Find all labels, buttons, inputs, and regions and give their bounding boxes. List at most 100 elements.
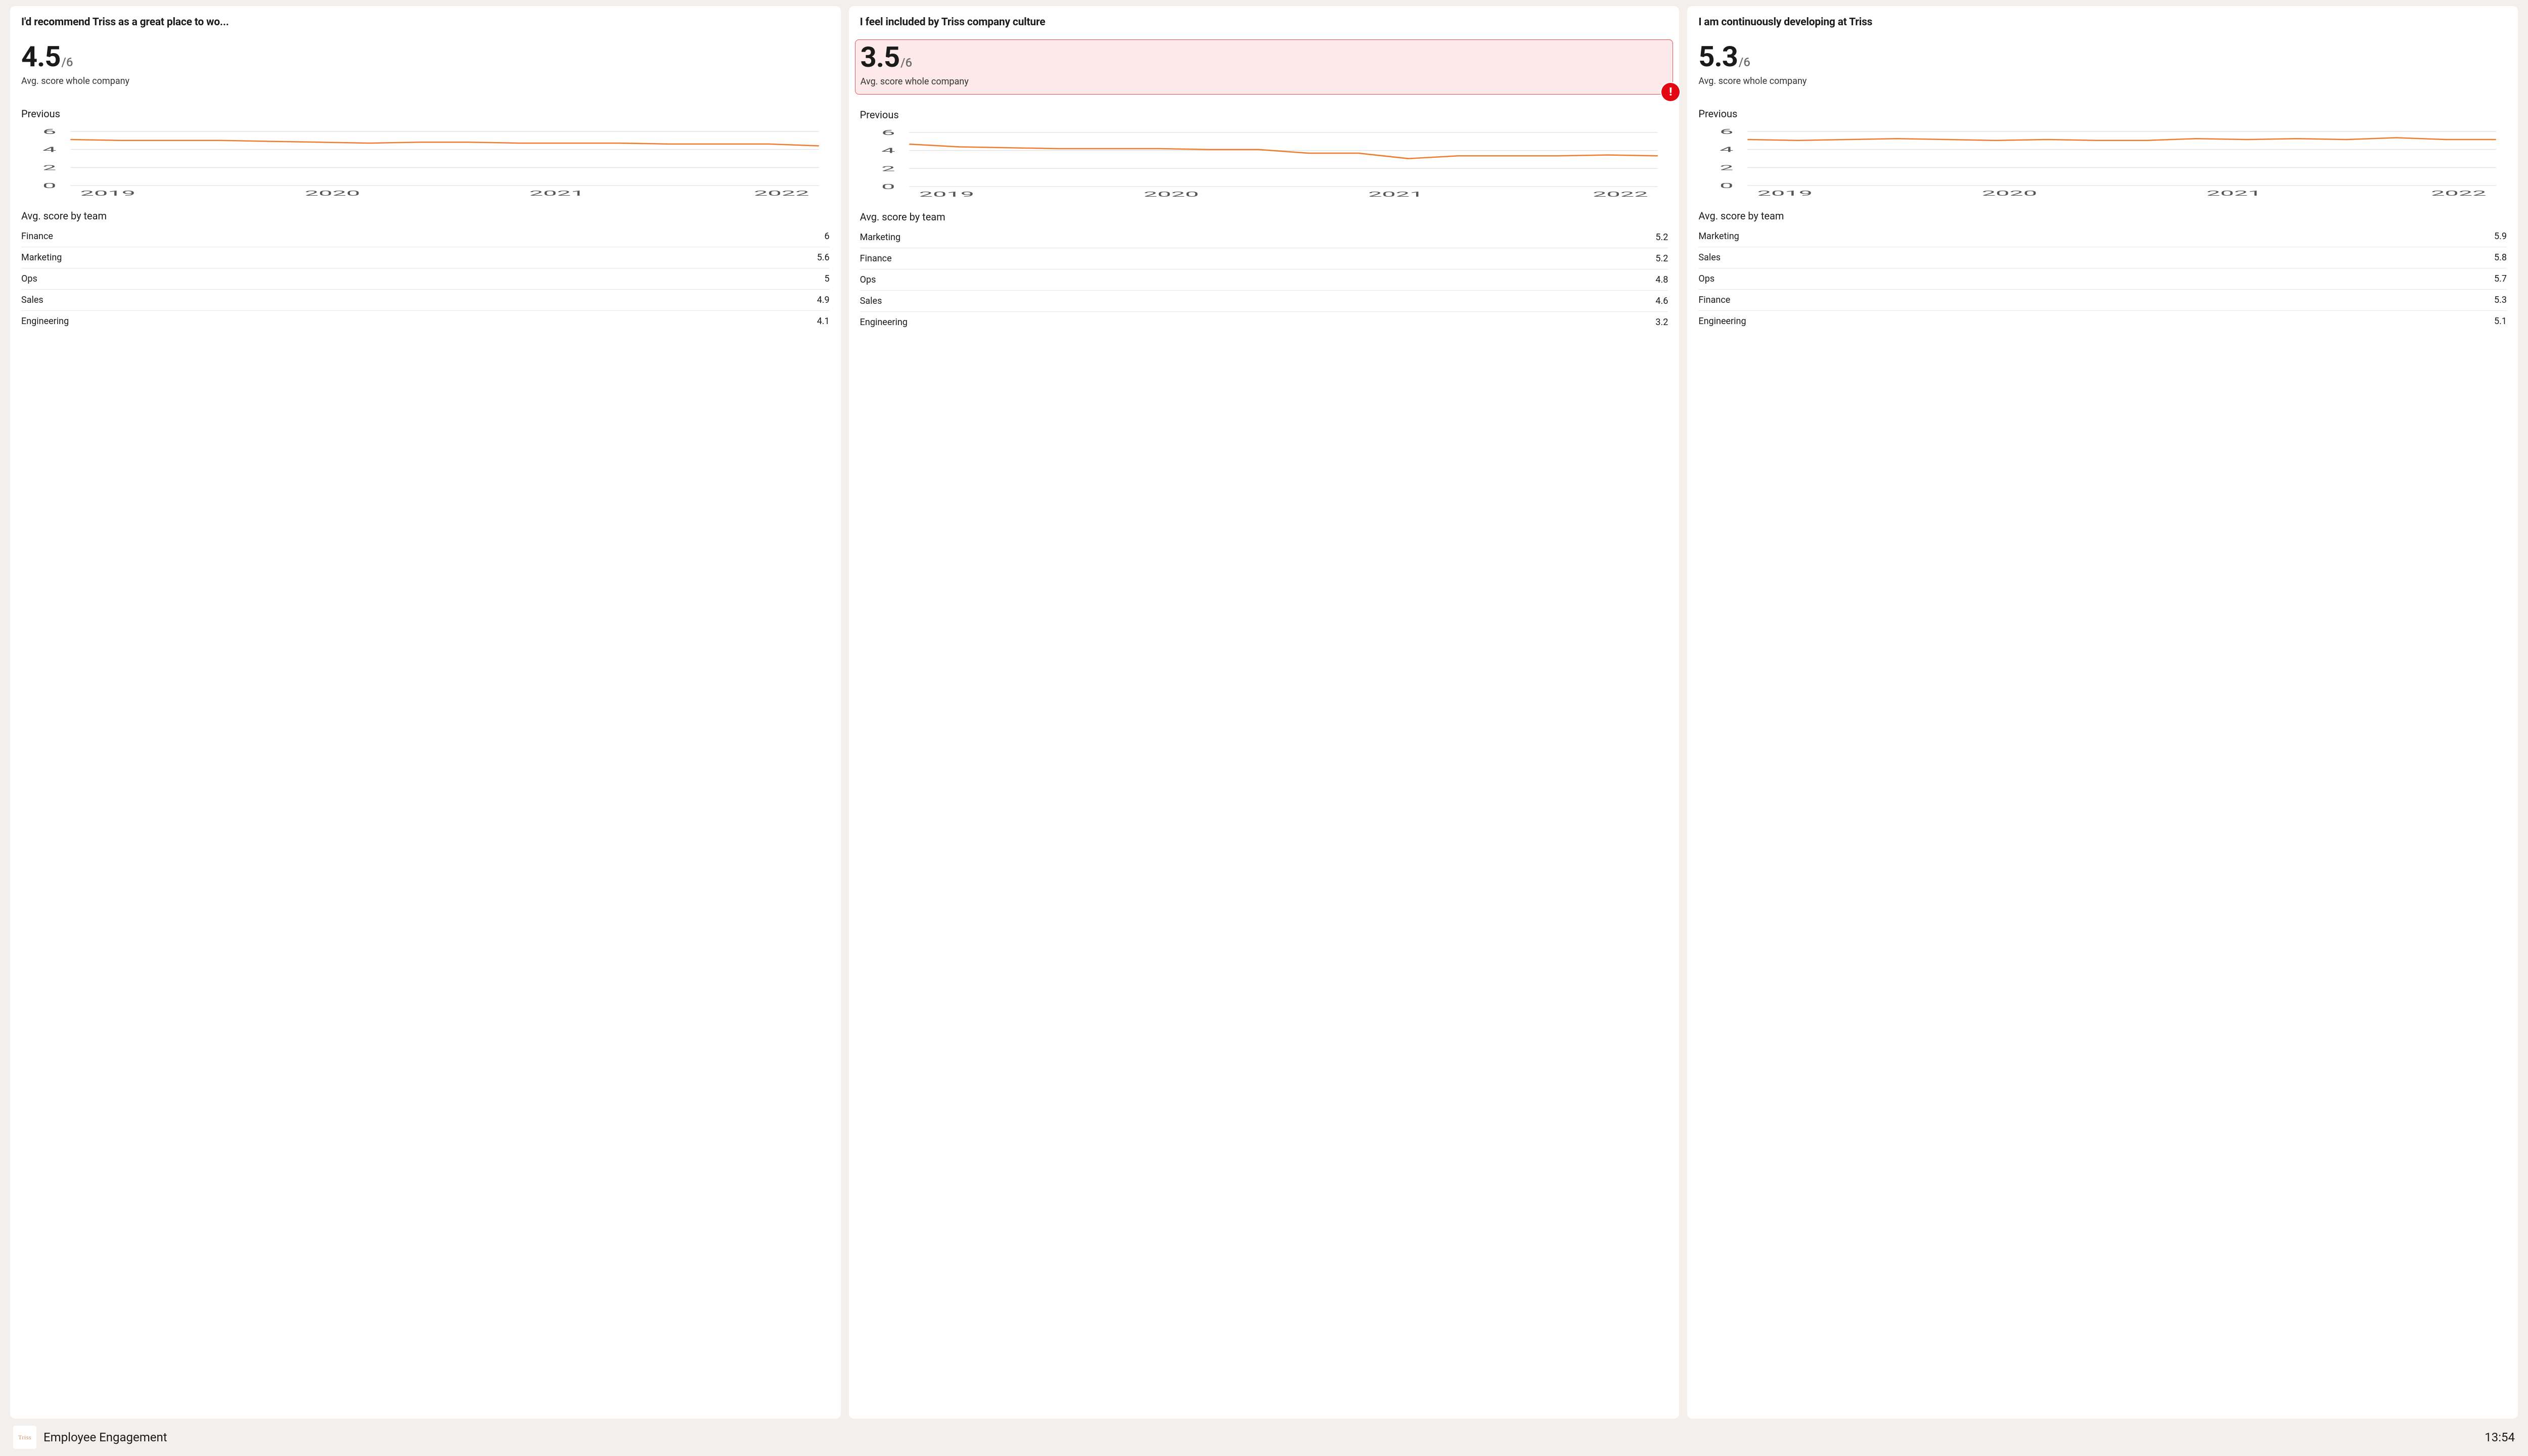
svg-text:2021: 2021 <box>529 189 584 197</box>
svg-text:2: 2 <box>42 163 56 171</box>
team-name: Marketing <box>860 232 900 243</box>
score-subtitle: Avg. score whole company <box>1698 76 2507 86</box>
team-row: Engineering 4.1 <box>21 311 830 332</box>
team-name: Sales <box>21 295 43 305</box>
team-value: 6 <box>825 231 830 242</box>
team-name: Finance <box>1698 295 1730 305</box>
score-max: /6 <box>62 55 73 69</box>
trend-chart: 0 2 4 6 2019 2020 2021 2022 <box>860 124 1668 200</box>
trend-chart: 0 2 4 6 2019 2020 2021 2022 <box>1698 123 2507 199</box>
by-team-label: Avg. score by team <box>1698 210 2507 222</box>
svg-text:2: 2 <box>881 164 895 172</box>
team-value: 4.9 <box>817 295 830 305</box>
svg-text:2020: 2020 <box>1982 189 2037 197</box>
svg-text:6: 6 <box>881 128 895 136</box>
svg-text:2022: 2022 <box>2431 189 2486 197</box>
cards-row: I'd recommend Triss as a great place to … <box>10 6 2518 1419</box>
team-row: Marketing 5.6 <box>21 247 830 268</box>
alert-icon: ! <box>1661 83 1680 101</box>
metric-card: I'd recommend Triss as a great place to … <box>10 6 841 1419</box>
previous-label: Previous <box>860 109 1668 121</box>
team-name: Ops <box>860 275 876 285</box>
team-row: Finance 5.2 <box>860 248 1668 269</box>
team-name: Engineering <box>860 317 908 328</box>
team-row: Sales 5.8 <box>1698 247 2507 268</box>
team-value: 5.2 <box>1655 232 1668 243</box>
team-name: Marketing <box>1698 231 1739 242</box>
team-row: Engineering 5.1 <box>1698 311 2507 332</box>
team-name: Sales <box>1698 252 1721 263</box>
score-value: 4.5 <box>21 42 61 71</box>
trend-chart: 0 2 4 6 2019 2020 2021 2022 <box>21 123 830 199</box>
svg-text:2019: 2019 <box>919 190 974 198</box>
score-max: /6 <box>1739 55 1750 69</box>
card-title: I am continuously developing at Triss <box>1698 16 2507 28</box>
svg-text:0: 0 <box>1720 181 1734 190</box>
team-value: 5 <box>825 274 830 284</box>
team-row: Sales 4.9 <box>21 290 830 311</box>
previous-label: Previous <box>21 108 830 120</box>
svg-text:6: 6 <box>42 127 56 135</box>
svg-text:4: 4 <box>42 146 56 154</box>
svg-text:0: 0 <box>881 183 895 191</box>
metric-card: I am continuously developing at Triss 5.… <box>1687 6 2518 1419</box>
card-title: I'd recommend Triss as a great place to … <box>21 16 830 28</box>
score-block: 3.5 /6 Avg. score whole company ! <box>855 39 1674 95</box>
score-value: 3.5 <box>861 43 900 71</box>
clock: 13:54 <box>2485 1430 2515 1444</box>
score-block: 4.5 /6 Avg. score whole company <box>16 39 835 94</box>
score-subtitle: Avg. score whole company <box>21 76 830 86</box>
team-name: Finance <box>21 231 53 242</box>
team-value: 5.6 <box>817 252 830 263</box>
svg-text:2020: 2020 <box>1143 190 1198 198</box>
metric-card: I feel included by Triss company culture… <box>849 6 1680 1419</box>
team-name: Engineering <box>1698 316 1746 327</box>
footer-bar: Triss Employee Engagement 13:54 <box>10 1419 2518 1456</box>
score-max: /6 <box>900 56 912 70</box>
team-value: 5.2 <box>1655 253 1668 264</box>
svg-text:6: 6 <box>1720 127 1734 135</box>
team-value: 4.1 <box>817 316 830 327</box>
score-value: 5.3 <box>1698 42 1738 71</box>
svg-text:4: 4 <box>881 147 895 155</box>
team-row: Sales 4.6 <box>860 291 1668 312</box>
svg-text:0: 0 <box>42 181 56 190</box>
team-name: Ops <box>21 274 37 284</box>
by-team-label: Avg. score by team <box>860 211 1668 223</box>
team-value: 5.9 <box>2494 231 2507 242</box>
brand-logo: Triss <box>13 1426 36 1449</box>
card-title: I feel included by Triss company culture <box>860 16 1668 28</box>
team-name: Finance <box>860 253 892 264</box>
team-value: 4.6 <box>1655 296 1668 306</box>
svg-text:2019: 2019 <box>1757 189 1813 197</box>
svg-text:2020: 2020 <box>305 189 360 197</box>
svg-text:2022: 2022 <box>1593 190 1648 198</box>
team-name: Engineering <box>21 316 69 327</box>
team-row: Marketing 5.9 <box>1698 226 2507 247</box>
previous-label: Previous <box>1698 108 2507 120</box>
team-name: Sales <box>860 296 882 306</box>
score-block: 5.3 /6 Avg. score whole company <box>1693 39 2512 94</box>
team-value: 4.8 <box>1655 275 1668 285</box>
team-row: Marketing 5.2 <box>860 227 1668 248</box>
team-value: 5.3 <box>2494 295 2507 305</box>
team-row: Finance 5.3 <box>1698 290 2507 311</box>
svg-text:4: 4 <box>1720 146 1734 154</box>
team-name: Marketing <box>21 252 62 263</box>
score-subtitle: Avg. score whole company <box>861 76 1668 87</box>
team-row: Finance 6 <box>21 226 830 247</box>
svg-text:2021: 2021 <box>1368 190 1423 198</box>
team-name: Ops <box>1698 274 1714 284</box>
svg-text:2: 2 <box>1720 163 1734 171</box>
svg-text:2019: 2019 <box>80 189 136 197</box>
team-value: 5.1 <box>2494 316 2507 327</box>
team-row: Ops 4.8 <box>860 269 1668 291</box>
team-row: Ops 5.7 <box>1698 268 2507 290</box>
team-value: 5.7 <box>2494 274 2507 284</box>
svg-text:2022: 2022 <box>754 189 809 197</box>
team-value: 5.8 <box>2494 252 2507 263</box>
by-team-label: Avg. score by team <box>21 210 830 222</box>
team-row: Engineering 3.2 <box>860 312 1668 333</box>
svg-text:2021: 2021 <box>2206 189 2262 197</box>
team-value: 3.2 <box>1655 317 1668 328</box>
